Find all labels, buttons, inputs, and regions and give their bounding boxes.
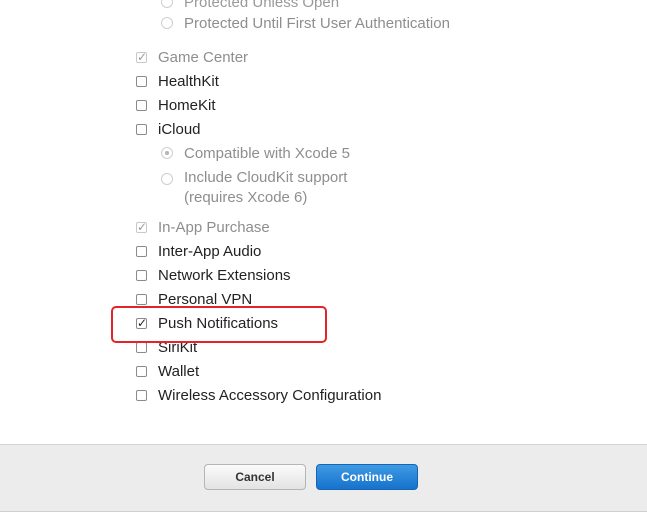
checkbox-inter-app-audio[interactable]: Inter-App Audio: [136, 240, 261, 262]
checkbox-icon: [136, 245, 147, 257]
checkbox-personal-vpn[interactable]: Personal VPN: [136, 288, 252, 310]
option-label: Wireless Accessory Configuration: [158, 386, 382, 404]
radio-protected-until-first-auth[interactable]: Protected Until First User Authenticatio…: [161, 12, 450, 34]
continue-button[interactable]: Continue: [316, 464, 418, 490]
capabilities-panel: Protected Unless Open Protected Until Fi…: [0, 0, 647, 444]
option-label-multiline: Include CloudKit support (requires Xcode…: [184, 168, 347, 208]
checkbox-sirikit[interactable]: SiriKit: [136, 336, 197, 358]
footer-divider: [0, 511, 647, 522]
checkbox-icon: [136, 99, 147, 111]
checkbox-icon: [136, 75, 147, 87]
radio-icloud-cloudkit[interactable]: Include CloudKit support (requires Xcode…: [161, 168, 347, 208]
checkbox-wireless-accessory[interactable]: Wireless Accessory Configuration: [136, 384, 381, 406]
option-label: HomeKit: [158, 96, 216, 114]
checkbox-icon: [136, 269, 147, 281]
checkbox-network-extensions[interactable]: Network Extensions: [136, 264, 291, 286]
option-label-line2: (requires Xcode 6): [184, 189, 308, 206]
option-label: Personal VPN: [158, 290, 253, 308]
option-label: In-App Purchase: [158, 218, 270, 236]
option-label: Inter-App Audio: [158, 242, 262, 260]
radio-button-icon: [161, 17, 173, 29]
option-label: iCloud: [158, 120, 201, 138]
cancel-button[interactable]: Cancel: [204, 464, 306, 490]
checkbox-icon: [136, 341, 147, 353]
radio-button-icon: [161, 0, 173, 8]
option-label: Push Notifications: [158, 314, 279, 332]
option-label: Wallet: [158, 362, 200, 380]
option-label: Protected Until First User Authenticatio…: [184, 14, 450, 32]
radio-icloud-compatible-xcode5[interactable]: Compatible with Xcode 5: [161, 142, 350, 164]
option-label: HealthKit: [158, 72, 219, 90]
option-label: Compatible with Xcode 5: [184, 144, 350, 162]
checkbox-game-center[interactable]: Game Center: [136, 46, 248, 68]
option-label: Network Extensions: [158, 266, 291, 284]
option-label: SiriKit: [158, 338, 198, 356]
checkbox-icon: [136, 123, 147, 135]
option-label-line1: Include CloudKit support: [184, 169, 348, 186]
checkbox-icon: [136, 365, 147, 377]
checkbox-wallet[interactable]: Wallet: [136, 360, 199, 382]
checkbox-push-notifications[interactable]: Push Notifications: [136, 312, 278, 334]
checkbox-checked-icon: [136, 220, 147, 234]
option-label: Game Center: [158, 48, 249, 66]
checkbox-checked-icon: [136, 316, 147, 330]
checkbox-in-app-purchase[interactable]: In-App Purchase: [136, 216, 270, 238]
checkbox-icon: [136, 389, 147, 401]
checkbox-healthkit[interactable]: HealthKit: [136, 70, 219, 92]
radio-button-icon: [161, 173, 173, 185]
checkbox-homekit[interactable]: HomeKit: [136, 94, 216, 116]
option-label: Protected Unless Open: [184, 0, 340, 11]
radio-selected-icon: [161, 147, 173, 159]
checkbox-checked-icon: [136, 50, 147, 64]
checkbox-icloud[interactable]: iCloud: [136, 118, 201, 140]
checkbox-icon: [136, 293, 147, 305]
